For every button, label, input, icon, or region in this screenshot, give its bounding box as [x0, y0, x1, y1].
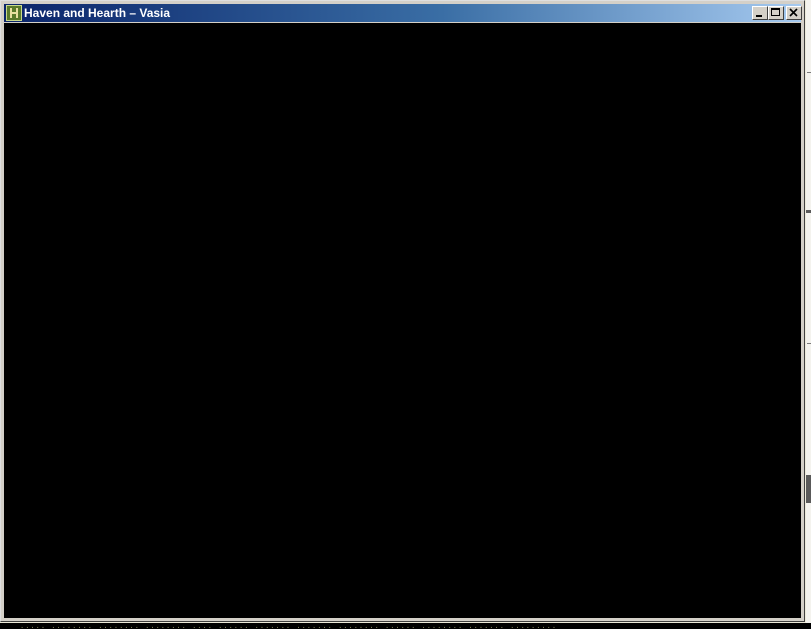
minimize-button[interactable]: [752, 6, 768, 20]
haven-and-hearth-app-icon[interactable]: [6, 5, 22, 21]
background-edge-mark: [806, 475, 811, 503]
background-tick: [807, 72, 811, 73]
close-button[interactable]: [786, 6, 802, 20]
game-viewport[interactable]: [4, 23, 801, 618]
background-console-strip: ····· ········ ········ ········ ···· ··…: [0, 623, 811, 629]
background-window-edge: [806, 0, 811, 629]
title-bar[interactable]: Haven and Hearth – Vasia: [4, 4, 802, 22]
background-console-text: ····· ········ ········ ········ ···· ··…: [20, 624, 558, 629]
background-edge-mark: [806, 210, 811, 213]
maximize-icon: [771, 8, 780, 16]
window-title: Haven and Hearth – Vasia: [24, 6, 171, 20]
close-icon: [789, 8, 798, 17]
game-window: Haven and Hearth – Vasia: [0, 0, 805, 622]
minimize-icon: [756, 15, 762, 17]
maximize-button[interactable]: [768, 6, 784, 20]
background-tick: [807, 343, 811, 344]
